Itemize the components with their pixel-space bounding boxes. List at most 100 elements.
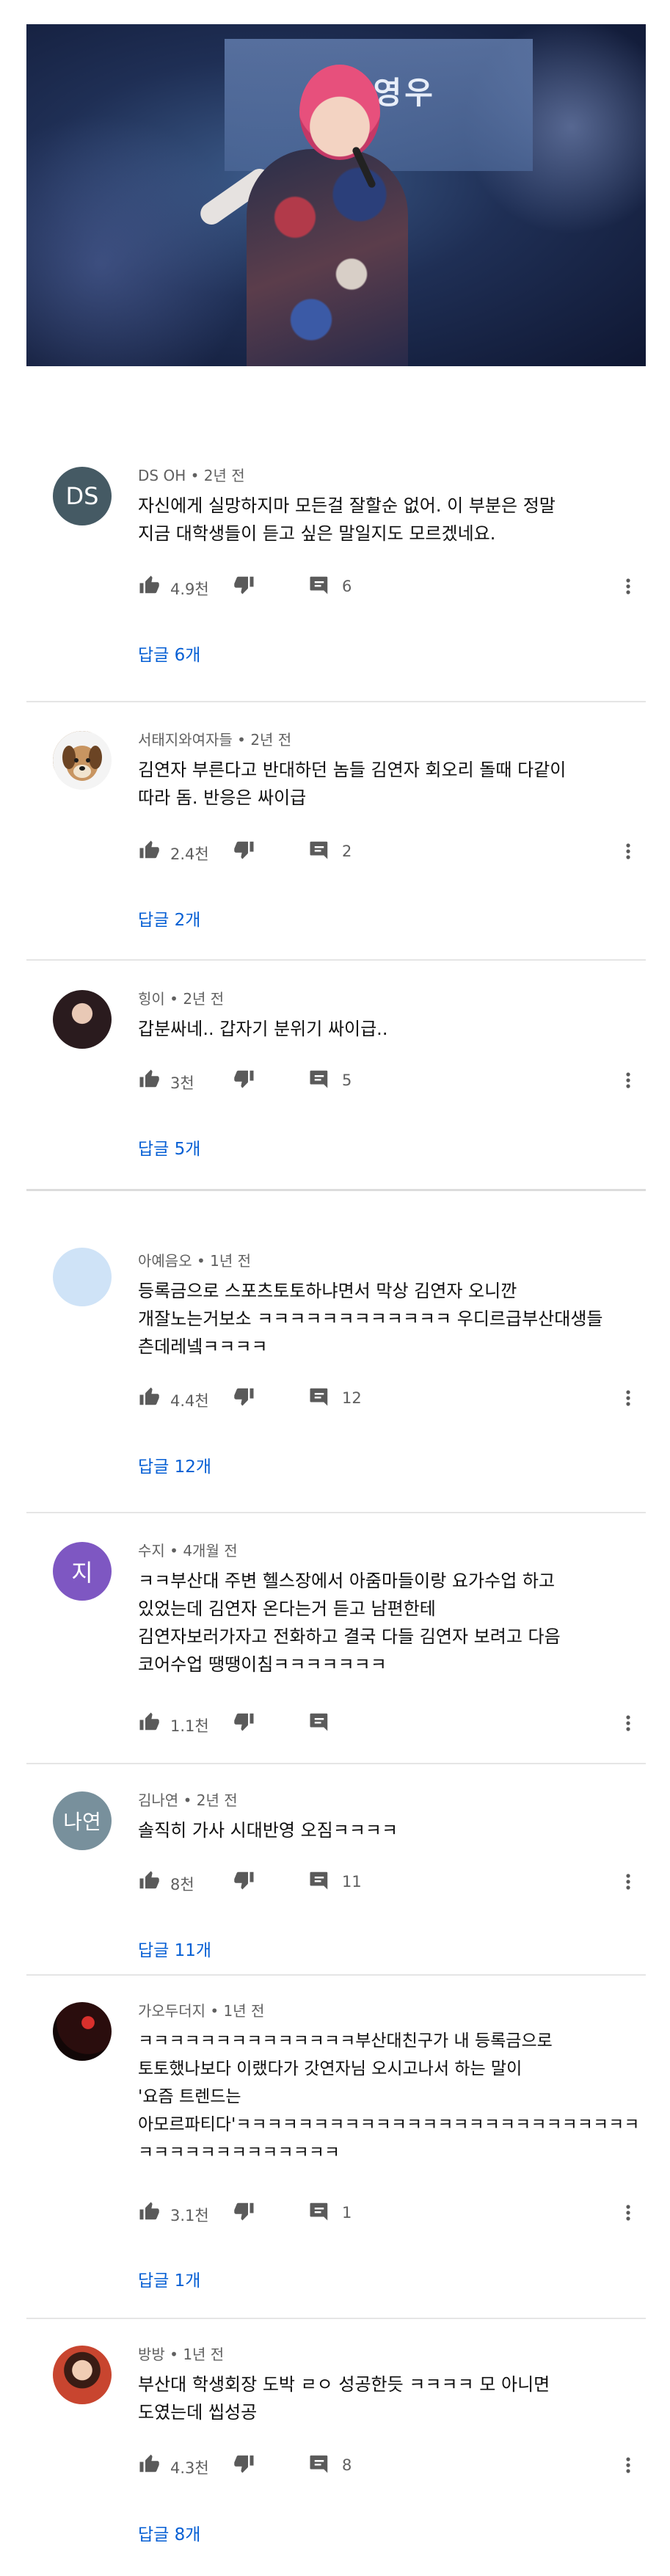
comment-time[interactable]: 1년 전	[224, 2002, 265, 2020]
thumbs-down-icon[interactable]	[233, 1711, 255, 1733]
thumbs-down-icon[interactable]	[233, 1386, 255, 1408]
more-vert-icon[interactable]	[619, 2453, 637, 2478]
comment-time[interactable]: 4개월 전	[183, 1542, 237, 1560]
avatar[interactable]: 나연	[53, 1791, 112, 1850]
comment-time[interactable]: 2년 전	[204, 467, 245, 484]
more-vert-icon[interactable]	[619, 839, 637, 864]
comment-meta: 수지 • 4개월 전	[138, 1539, 238, 1560]
thumbs-up-icon[interactable]	[138, 839, 160, 861]
view-replies-link[interactable]: 답글 8개	[138, 2520, 200, 2545]
thumbs-up-icon[interactable]	[138, 2200, 160, 2222]
meta-dot: •	[210, 2002, 224, 2020]
meta-dot: •	[183, 1791, 197, 1809]
reply-count: 8	[342, 2456, 352, 2474]
comment-meta: DS OH • 2년 전	[138, 464, 245, 485]
thumbs-up-icon[interactable]	[138, 574, 160, 596]
reply-count: 2	[342, 843, 352, 860]
thumbs-down-icon[interactable]	[233, 574, 255, 596]
avatar[interactable]: 지	[53, 1542, 112, 1601]
view-replies-link[interactable]: 답글 5개	[138, 1135, 200, 1160]
view-replies-link[interactable]: 답글 12개	[138, 1452, 211, 1477]
comment-meta: 방방 • 1년 전	[138, 2343, 224, 2364]
reply-icon[interactable]	[308, 1068, 330, 1090]
like-count: 8천	[170, 1876, 194, 1893]
comment-time[interactable]: 2년 전	[197, 1791, 238, 1809]
avatar[interactable]	[53, 990, 112, 1049]
singer-figure	[247, 149, 408, 366]
comment-actions: 4.3천 8	[138, 2453, 637, 2478]
comment-actions: 3.1천 1	[138, 2200, 637, 2225]
reply-icon[interactable]	[308, 1386, 330, 1408]
comment-text: 솔직히 가사 시대반영 오짐ㅋㅋㅋㅋ	[138, 1820, 398, 1841]
thumbs-up-icon[interactable]	[138, 1711, 160, 1733]
reply-icon[interactable]	[308, 2200, 330, 2222]
reply-count: 5	[342, 1071, 352, 1089]
thumbs-up-icon[interactable]	[138, 2453, 160, 2475]
divider	[26, 2318, 646, 2319]
avatar[interactable]	[53, 2002, 112, 2061]
comment-time[interactable]: 1년 전	[210, 1252, 251, 1270]
reply-icon[interactable]	[308, 2453, 330, 2475]
more-vert-icon[interactable]	[619, 2200, 637, 2225]
comment-meta: 힝이 • 2년 전	[138, 987, 224, 1008]
avatar[interactable]	[53, 2346, 112, 2404]
reply-count: 1	[342, 2204, 352, 2222]
more-vert-icon[interactable]	[619, 574, 637, 599]
author-name[interactable]: 가오두더지	[138, 2002, 205, 2020]
reply-icon[interactable]	[308, 574, 330, 596]
comment-text: 김연자 부른다고 반대하던 놈들 김연자 회오리 돌때 다같이 따라 돔. 반응…	[138, 760, 567, 808]
like-count: 4.9천	[170, 581, 209, 598]
author-name[interactable]: DS OH	[138, 467, 186, 484]
more-vert-icon[interactable]	[619, 1869, 637, 1894]
meta-dot: •	[190, 467, 204, 484]
reply-icon[interactable]	[308, 1869, 330, 1891]
thumbs-down-icon[interactable]	[233, 2200, 255, 2222]
comment-text: 자신에게 실망하지마 모든걸 잘할순 없어. 이 부분은 정말 지금 대학생들이…	[138, 495, 556, 544]
more-vert-icon[interactable]	[619, 1711, 637, 1736]
divider	[26, 959, 646, 961]
divider	[26, 701, 646, 702]
more-vert-icon[interactable]	[619, 1068, 637, 1093]
thumbs-down-icon[interactable]	[233, 839, 255, 861]
comment-time[interactable]: 2년 전	[250, 731, 291, 749]
avatar[interactable]	[53, 731, 112, 790]
thumbs-down-icon[interactable]	[233, 1068, 255, 1090]
author-name[interactable]: 방방	[138, 2346, 165, 2363]
reply-icon[interactable]	[308, 1711, 330, 1733]
author-name[interactable]: 아예음오	[138, 1252, 192, 1270]
view-replies-link[interactable]: 답글 6개	[138, 641, 200, 666]
comment-meta: 아예음오 • 1년 전	[138, 1249, 251, 1270]
thumbs-down-icon[interactable]	[233, 1869, 255, 1891]
avatar[interactable]: DS	[53, 467, 112, 525]
meta-dot: •	[170, 2346, 183, 2363]
meta-dot: •	[196, 1252, 211, 1270]
comment-meta: 가오두더지 • 1년 전	[138, 1999, 264, 2020]
thumbs-up-icon[interactable]	[138, 1068, 160, 1090]
reply-icon[interactable]	[308, 839, 330, 861]
author-name[interactable]: 서태지와여자들	[138, 731, 233, 749]
comment-text: ㅋㅋㅋㅋㅋㅋㅋㅋㅋㅋㅋㅋㅋㅋ부산대친구가 내 등록금으로 토토했나보다 이랬다가…	[138, 2031, 640, 2162]
reply-count: 12	[342, 1389, 362, 1407]
avatar[interactable]	[53, 1248, 112, 1306]
like-count: 4.4천	[170, 1392, 209, 1410]
view-replies-link[interactable]: 답글 1개	[138, 2266, 200, 2291]
more-vert-icon[interactable]	[619, 1386, 637, 1411]
reply-count: 6	[342, 578, 352, 595]
divider	[26, 1974, 646, 1976]
comment-time[interactable]: 2년 전	[183, 990, 224, 1008]
like-count: 3.1천	[170, 2207, 209, 2224]
thumbs-up-icon[interactable]	[138, 1386, 160, 1408]
view-replies-link[interactable]: 답글 11개	[138, 1936, 211, 1961]
author-name[interactable]: 힝이	[138, 990, 165, 1008]
meta-dot: •	[237, 731, 251, 749]
author-name[interactable]: 김나연	[138, 1791, 178, 1809]
author-name[interactable]: 수지	[138, 1542, 165, 1560]
thumbs-down-icon[interactable]	[233, 2453, 255, 2475]
comment-actions: 4.9천 6	[138, 574, 637, 599]
singer-head	[299, 65, 380, 160]
comment-time[interactable]: 1년 전	[183, 2346, 224, 2363]
thumbs-up-icon[interactable]	[138, 1869, 160, 1891]
video-thumbnail[interactable]: 위영우	[26, 24, 646, 366]
view-replies-link[interactable]: 답글 2개	[138, 906, 200, 931]
meta-dot: •	[170, 1542, 183, 1560]
